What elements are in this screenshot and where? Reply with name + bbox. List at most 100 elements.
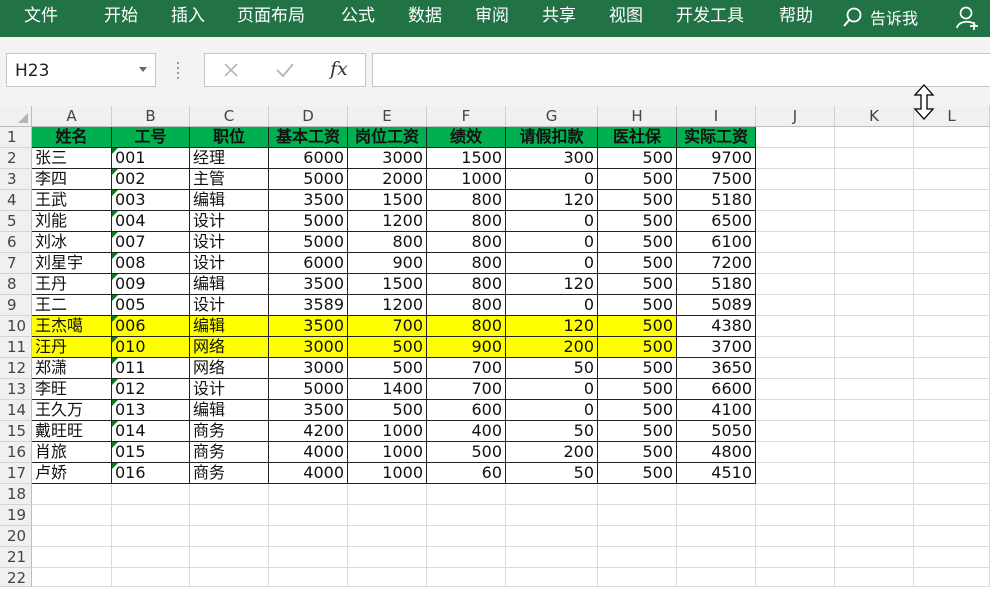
column-header-d[interactable]: D [269, 106, 348, 127]
table-cell[interactable]: 0 [506, 400, 598, 421]
table-cell[interactable]: 500 [598, 442, 677, 463]
table-cell[interactable]: 015 [112, 442, 190, 463]
table-cell[interactable]: 1000 [348, 421, 427, 442]
cell-empty[interactable] [269, 484, 348, 505]
cell-empty[interactable] [32, 505, 112, 526]
table-cell[interactable]: 700 [348, 316, 427, 337]
close-icon[interactable] [223, 62, 239, 78]
cell-empty[interactable] [112, 484, 190, 505]
cell-empty[interactable] [835, 442, 914, 463]
cell-empty[interactable] [756, 400, 835, 421]
cell-empty[interactable] [835, 568, 914, 587]
table-cell[interactable]: 500 [598, 169, 677, 190]
cell-empty[interactable] [756, 232, 835, 253]
table-cell[interactable]: 5180 [677, 190, 756, 211]
table-cell[interactable]: 1000 [348, 442, 427, 463]
table-cell[interactable]: 汪丹 [32, 337, 112, 358]
cell-empty[interactable] [427, 526, 506, 547]
table-cell[interactable]: 200 [506, 337, 598, 358]
row-header-6[interactable]: 6 [0, 232, 32, 253]
table-cell[interactable]: 016 [112, 463, 190, 484]
cell-empty[interactable] [914, 127, 990, 148]
table-cell[interactable]: 500 [348, 358, 427, 379]
table-cell[interactable]: 1500 [348, 274, 427, 295]
table-cell[interactable]: 009 [112, 274, 190, 295]
cell-empty[interactable] [914, 400, 990, 421]
table-cell[interactable]: 0 [506, 295, 598, 316]
table-cell[interactable]: 400 [427, 421, 506, 442]
table-cell[interactable]: 6500 [677, 211, 756, 232]
cell-empty[interactable] [756, 526, 835, 547]
table-cell[interactable]: 郑潇 [32, 358, 112, 379]
cell-empty[interactable] [348, 547, 427, 568]
cell-empty[interactable] [348, 526, 427, 547]
row-header-18[interactable]: 18 [0, 484, 32, 505]
table-cell[interactable]: 006 [112, 316, 190, 337]
cell-empty[interactable] [677, 547, 756, 568]
table-cell[interactable]: 刘能 [32, 211, 112, 232]
row-header-7[interactable]: 7 [0, 253, 32, 274]
table-cell[interactable]: 800 [427, 316, 506, 337]
row-header-13[interactable]: 13 [0, 379, 32, 400]
table-cell[interactable]: 编辑 [190, 316, 269, 337]
column-header-j[interactable]: J [756, 106, 835, 127]
formula-input[interactable] [372, 53, 990, 87]
row-header-10[interactable]: 10 [0, 316, 32, 337]
table-cell[interactable]: 卢娇 [32, 463, 112, 484]
spreadsheet-grid[interactable]: A B C D E F G H I J K L 1 2 3 4 5 6 7 8 9 10 11 12 13 14 15 16 17 18 1… [0, 106, 990, 587]
cell-empty[interactable] [756, 295, 835, 316]
table-header-cell[interactable]: 实际工资 [677, 127, 756, 148]
table-cell[interactable]: 0 [506, 169, 598, 190]
table-cell[interactable]: 1500 [348, 190, 427, 211]
table-cell[interactable]: 800 [427, 295, 506, 316]
cell-empty[interactable] [835, 463, 914, 484]
table-cell[interactable]: 0 [506, 211, 598, 232]
table-cell[interactable]: 3000 [269, 358, 348, 379]
cell-empty[interactable] [756, 169, 835, 190]
table-cell[interactable]: 120 [506, 316, 598, 337]
column-header-i[interactable]: I [677, 106, 756, 127]
row-header-15[interactable]: 15 [0, 421, 32, 442]
table-cell[interactable]: 9700 [677, 148, 756, 169]
table-cell[interactable]: 800 [427, 190, 506, 211]
cell-empty[interactable] [269, 568, 348, 587]
grip-icon[interactable] [176, 59, 180, 81]
table-cell[interactable]: 3500 [269, 190, 348, 211]
table-cell[interactable]: 编辑 [190, 274, 269, 295]
cell-empty[interactable] [835, 148, 914, 169]
cell-empty[interactable] [756, 211, 835, 232]
row-header-9[interactable]: 9 [0, 295, 32, 316]
table-cell[interactable]: 120 [506, 274, 598, 295]
table-cell[interactable]: 经理 [190, 148, 269, 169]
row-header-16[interactable]: 16 [0, 442, 32, 463]
table-cell[interactable]: 1500 [427, 148, 506, 169]
cell-empty[interactable] [427, 484, 506, 505]
table-cell[interactable]: 商务 [190, 463, 269, 484]
table-cell[interactable]: 500 [427, 442, 506, 463]
table-cell[interactable]: 0 [506, 379, 598, 400]
cell-empty[interactable] [914, 568, 990, 587]
row-header-3[interactable]: 3 [0, 169, 32, 190]
tab-data[interactable]: 数据 [408, 0, 442, 32]
cell-empty[interactable] [348, 505, 427, 526]
table-cell[interactable]: 4510 [677, 463, 756, 484]
chevron-down-icon[interactable] [139, 67, 147, 72]
table-cell[interactable]: 2000 [348, 169, 427, 190]
cell-empty[interactable] [914, 253, 990, 274]
cell-empty[interactable] [914, 526, 990, 547]
cell-empty[interactable] [348, 568, 427, 587]
table-cell[interactable]: 800 [348, 232, 427, 253]
table-cell[interactable]: 李四 [32, 169, 112, 190]
table-cell[interactable]: 003 [112, 190, 190, 211]
cell-empty[interactable] [914, 442, 990, 463]
table-cell[interactable]: 001 [112, 148, 190, 169]
cell-empty[interactable] [835, 295, 914, 316]
table-cell[interactable]: 004 [112, 211, 190, 232]
cell-empty[interactable] [190, 484, 269, 505]
cell-empty[interactable] [677, 505, 756, 526]
table-cell[interactable]: 50 [506, 463, 598, 484]
cell-empty[interactable] [506, 568, 598, 587]
cell-empty[interactable] [598, 568, 677, 587]
table-cell[interactable]: 011 [112, 358, 190, 379]
table-cell[interactable]: 5000 [269, 232, 348, 253]
